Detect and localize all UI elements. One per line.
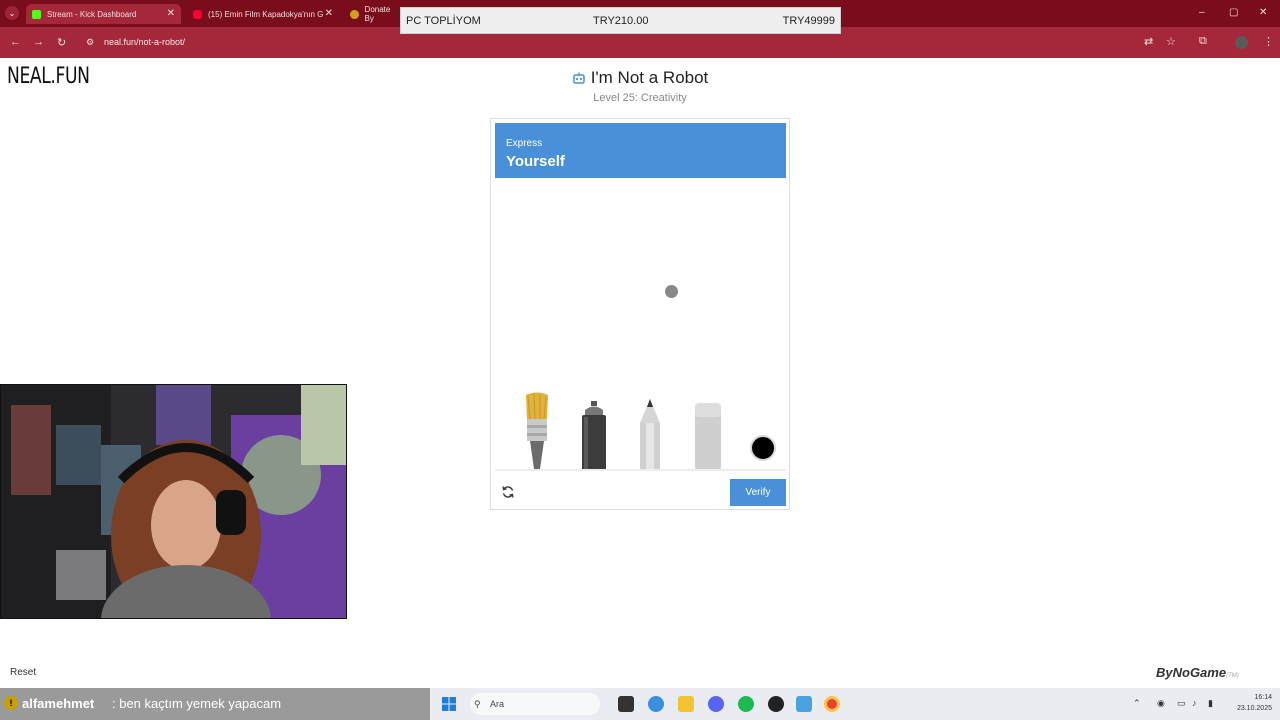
brush-icon[interactable] <box>522 391 552 471</box>
reload-icon[interactable]: ↻ <box>57 36 66 49</box>
bynogame-logo: ByNoGame(TM) <box>1156 665 1239 680</box>
microphone-icon[interactable]: ◉ <box>1157 698 1165 709</box>
goal-target-amount: TRY49999 <box>782 15 835 27</box>
search-placeholder: Ara <box>490 699 505 709</box>
search-icon: ⚲ <box>474 699 481 709</box>
eraser-icon[interactable] <box>693 403 723 471</box>
pencil-icon[interactable] <box>636 399 664 471</box>
brand-text: ByNoGame <box>1156 665 1227 680</box>
minimize-icon[interactable]: – <box>1199 7 1205 18</box>
app-icon[interactable] <box>796 696 812 712</box>
verify-button[interactable]: Verify <box>730 479 786 506</box>
extensions-icon[interactable]: ⧉ <box>1199 35 1207 48</box>
maximize-icon[interactable]: ▢ <box>1229 7 1238 18</box>
captcha-header: Express Yourself <box>495 123 786 178</box>
chat-message-overlay: ! alfamehmet : ben kaçtım yemek yapacam <box>0 688 430 720</box>
donation-goal-bar: PC TOPLİYOM TRY210.00 TRY49999 <box>400 7 841 34</box>
chrome-icon[interactable] <box>824 696 840 712</box>
robot-icon <box>572 72 585 84</box>
goal-label: PC TOPLİYOM <box>406 15 481 27</box>
tab-label: Stream - Kick Dashboard <box>47 9 137 19</box>
page-title-text: I'm Not a Robot <box>590 68 709 87</box>
browser-menu-icon[interactable]: ⋮ <box>1263 35 1274 48</box>
taskbar-search-field[interactable]: ⚲ Ara <box>470 693 600 715</box>
tab-donate[interactable]: Donate By <box>344 4 400 24</box>
tab-label: (15) Emin Film Kapadokya'nın G <box>208 9 324 19</box>
captcha-panel: Express Yourself Verify <box>490 118 790 510</box>
spotify-icon[interactable] <box>738 696 754 712</box>
kick-favicon-icon <box>32 9 41 19</box>
webcam-video-frame <box>1 385 346 618</box>
windows-taskbar: ⚲ Ara ⌃ ◉ ▭ ♪ ▮ 16:14 23.10.2025 <box>430 688 1280 720</box>
captcha-instruction-big: Yourself <box>506 153 565 170</box>
profile-avatar-icon[interactable] <box>1235 36 1248 49</box>
windows-start-icon[interactable] <box>441 696 457 712</box>
webcam-overlay <box>0 384 347 619</box>
donate-favicon-icon <box>350 9 359 19</box>
goal-current-amount: TRY210.00 <box>593 15 649 27</box>
brand-trademark: (TM) <box>1226 673 1239 679</box>
volume-icon[interactable]: ♪ <box>1192 698 1197 708</box>
tab-search-menu-button[interactable]: ⌄ <box>5 6 19 20</box>
taskbar-clock[interactable]: 16:14 23.10.2025 <box>1237 692 1272 714</box>
clock-date: 23.10.2025 <box>1236 705 1272 712</box>
network-icon[interactable]: ▭ <box>1177 698 1186 709</box>
chat-username: alfamehmet <box>22 696 95 711</box>
tab-label: Donate By <box>364 5 391 23</box>
back-icon[interactable]: ← <box>10 36 21 48</box>
chat-message-text: : ben kaçtım yemek yapacam <box>112 696 282 711</box>
task-view-icon[interactable] <box>618 696 634 712</box>
close-window-icon[interactable]: ✕ <box>1259 7 1267 18</box>
chat-badge-icon: ! <box>4 696 18 710</box>
battery-icon[interactable]: ▮ <box>1208 698 1213 709</box>
youtube-favicon-icon <box>193 9 202 19</box>
spray-can-icon[interactable] <box>579 401 609 471</box>
color-picker-icon[interactable] <box>750 435 776 461</box>
close-tab-icon[interactable]: ✕ <box>325 8 333 19</box>
captcha-instruction-small: Express <box>506 138 543 149</box>
bookmark-star-icon[interactable]: ☆ <box>1166 35 1176 48</box>
close-tab-icon[interactable]: ✕ <box>167 8 175 19</box>
forward-icon[interactable]: → <box>33 36 44 48</box>
file-explorer-icon[interactable] <box>678 696 694 712</box>
site-info-icon[interactable]: ⚙ <box>86 37 94 48</box>
tool-tray-divider <box>495 469 786 471</box>
level-subtitle: Level 25: Creativity <box>593 92 687 104</box>
url-field[interactable]: neal.fun/not-a-robot/ <box>104 37 185 47</box>
translate-icon[interactable]: ⇄ <box>1144 35 1153 48</box>
copilot-icon[interactable] <box>648 696 664 712</box>
tab-youtube[interactable]: (15) Emin Film Kapadokya'nın G ✕ <box>187 4 339 24</box>
refresh-icon[interactable] <box>501 485 515 499</box>
reset-link[interactable]: Reset <box>10 667 36 678</box>
page-header: I'm Not a Robot <box>0 68 1280 90</box>
tray-overflow-icon[interactable]: ⌃ <box>1133 698 1141 709</box>
drawing-tools <box>495 389 786 471</box>
page-title: I'm Not a Robot <box>572 68 709 88</box>
obs-icon[interactable] <box>768 696 784 712</box>
tab-kick-dashboard[interactable]: Stream - Kick Dashboard ✕ <box>26 4 181 24</box>
brush-cursor-dot <box>665 285 678 298</box>
clock-time: 16:14 <box>1254 694 1272 701</box>
discord-icon[interactable] <box>708 696 724 712</box>
